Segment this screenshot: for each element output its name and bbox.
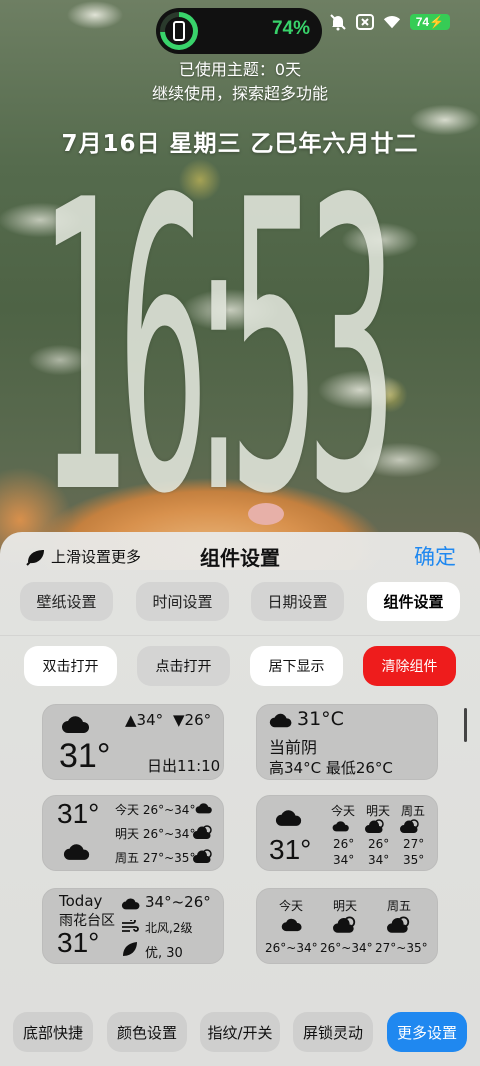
wifi-icon [383,13,401,31]
high-temp: ▲34° [125,711,164,729]
widget-settings-panel: 上滑设置更多 组件设置 确定 壁纸设置 时间设置 日期设置 组件设置 双击打开 … [0,532,480,1066]
wind-info: 北风,2级 [145,921,193,935]
widget-gallery[interactable]: ▲34° ▼26° 31° 日出11:10 31°C 当前阴 高34°C 最低2… [0,698,480,992]
tab-time[interactable]: 时间设置 [136,582,229,621]
align-bottom-button[interactable]: 居下显示 [250,646,343,686]
day-high: 35° [403,853,425,867]
leaf-icon [123,942,137,956]
day-label: 明天 [366,804,391,818]
partly-cloudy-icon [387,916,410,933]
battery-percent: 74% [271,18,310,39]
condition-text: 当前阴 [269,738,318,757]
tab-wallpaper[interactable]: 壁纸设置 [20,582,113,621]
partly-cloudy-icon [193,849,212,863]
forecast-row-1: 今天 26°~34° [115,801,195,818]
day-range: 26°~34° [320,941,373,955]
lock-clock: 16:53 [40,150,397,550]
swipe-hint-label: 上滑设置更多 [51,548,142,566]
day-label: 周五 [401,804,426,818]
phone-icon [173,21,185,41]
day-high: 34° [333,853,355,867]
cloud-icon [62,716,90,733]
temp-range: 高34°C 最低26°C [269,759,393,777]
tap-open-button[interactable]: 点击打开 [137,646,230,686]
day-range: 26°~34° [142,827,196,841]
current-temp: 31° [57,927,100,958]
cloud-icon [275,810,302,826]
weather-widget-5[interactable]: Today 雨花台区 31° 34°~26° 北风,2级 优, 30 [42,888,224,964]
forecast-row-3: 周五 27°~35° [115,849,195,866]
cloud-icon [281,918,302,932]
theme-promo-text: 继续使用，探索超多功能 [151,84,328,103]
lock-island-button[interactable]: 屏锁灵动 [293,1012,373,1052]
temp-range: 34°~26° [145,893,211,911]
more-settings-button[interactable]: 更多设置 [387,1012,467,1052]
weather-widget-1[interactable]: ▲34° ▼26° 31° 日出11:10 [42,704,224,780]
day-low: 27° [403,837,425,851]
divider [0,635,480,636]
confirm-button[interactable]: 确定 [414,541,456,571]
weather-widget-3[interactable]: 31° 今天 26°~34° 明天 26°~34° 周五 27°~35° [42,795,224,871]
weather-widget-4[interactable]: 31° 今天 明天 周五 26° 26° 27° 34° 34° 35° [256,795,438,871]
bottom-shortcut-button[interactable]: 底部快捷 [13,1012,93,1052]
theme-usage-text: 已使用主题：0天 [178,60,302,79]
tab-widget[interactable]: 组件设置 [367,582,460,621]
day-range: 26°~34° [142,803,196,817]
forecast-row-2: 明天 26°~34° [115,825,195,842]
partly-cloudy-icon [333,916,356,933]
day-label: 明天 [115,827,140,841]
partly-cloudy-icon [365,819,384,833]
status-icons: 74⚡ [329,13,450,31]
current-temp: 31°C [297,708,344,730]
weather-widget-6[interactable]: 今天 明天 周五 26°~34° 26°~34° 27°~35° [256,888,438,964]
panel-header: 上滑设置更多 组件设置 确定 [0,532,480,576]
widget-scrollbar[interactable] [464,708,467,742]
fingerprint-toggle-button[interactable]: 指纹/开关 [200,1012,280,1052]
today-label: Today [59,892,103,910]
bottom-settings-bar: 底部快捷 颜色设置 指纹/开关 屏锁灵动 更多设置 [0,1000,480,1066]
day-range: 27°~35° [375,941,428,955]
dynamic-island-battery[interactable]: 74% [156,8,322,54]
day-label: 今天 [279,899,304,913]
day-low: 26° [333,837,355,851]
sunrise-time: 日出11:10 [147,757,221,775]
cloud-icon [195,803,212,814]
leaf-icon [26,549,44,566]
close-box-icon [355,13,374,31]
wind-icon [122,920,139,932]
day-label: 周五 [387,899,412,913]
low-temp: ▼26° [173,711,212,729]
day-range: 27°~35° [142,851,196,865]
current-temp: 31° [269,834,312,865]
cloud-icon [63,844,90,860]
partly-cloudy-icon [193,825,212,839]
aqi-info: 优, 30 [145,946,183,961]
cloud-icon [269,713,292,728]
color-settings-button[interactable]: 颜色设置 [107,1012,187,1052]
current-temp: 31° [59,737,111,775]
tab-date[interactable]: 日期设置 [251,582,344,621]
day-low: 26° [368,837,390,851]
day-label: 明天 [333,899,358,913]
battery-badge-value: 74 [415,15,430,29]
clear-widget-button[interactable]: 清除组件 [363,646,456,686]
partly-cloudy-icon [400,819,419,833]
day-range: 26°~34° [265,941,318,955]
weather-widget-2[interactable]: 31°C 当前阴 高34°C 最低26°C [256,704,438,780]
cloud-icon [121,898,140,910]
day-label: 周五 [115,851,140,865]
battery-icon: 74⚡ [409,14,450,30]
swipe-up-hint[interactable]: 上滑设置更多 [26,546,141,567]
day-label: 今天 [115,803,140,817]
day-high: 34° [368,853,390,867]
current-temp: 31° [57,798,100,829]
mute-icon [329,13,347,31]
double-tap-open-button[interactable]: 双击打开 [24,646,117,686]
cloud-icon [332,821,349,832]
day-label: 今天 [331,804,356,818]
